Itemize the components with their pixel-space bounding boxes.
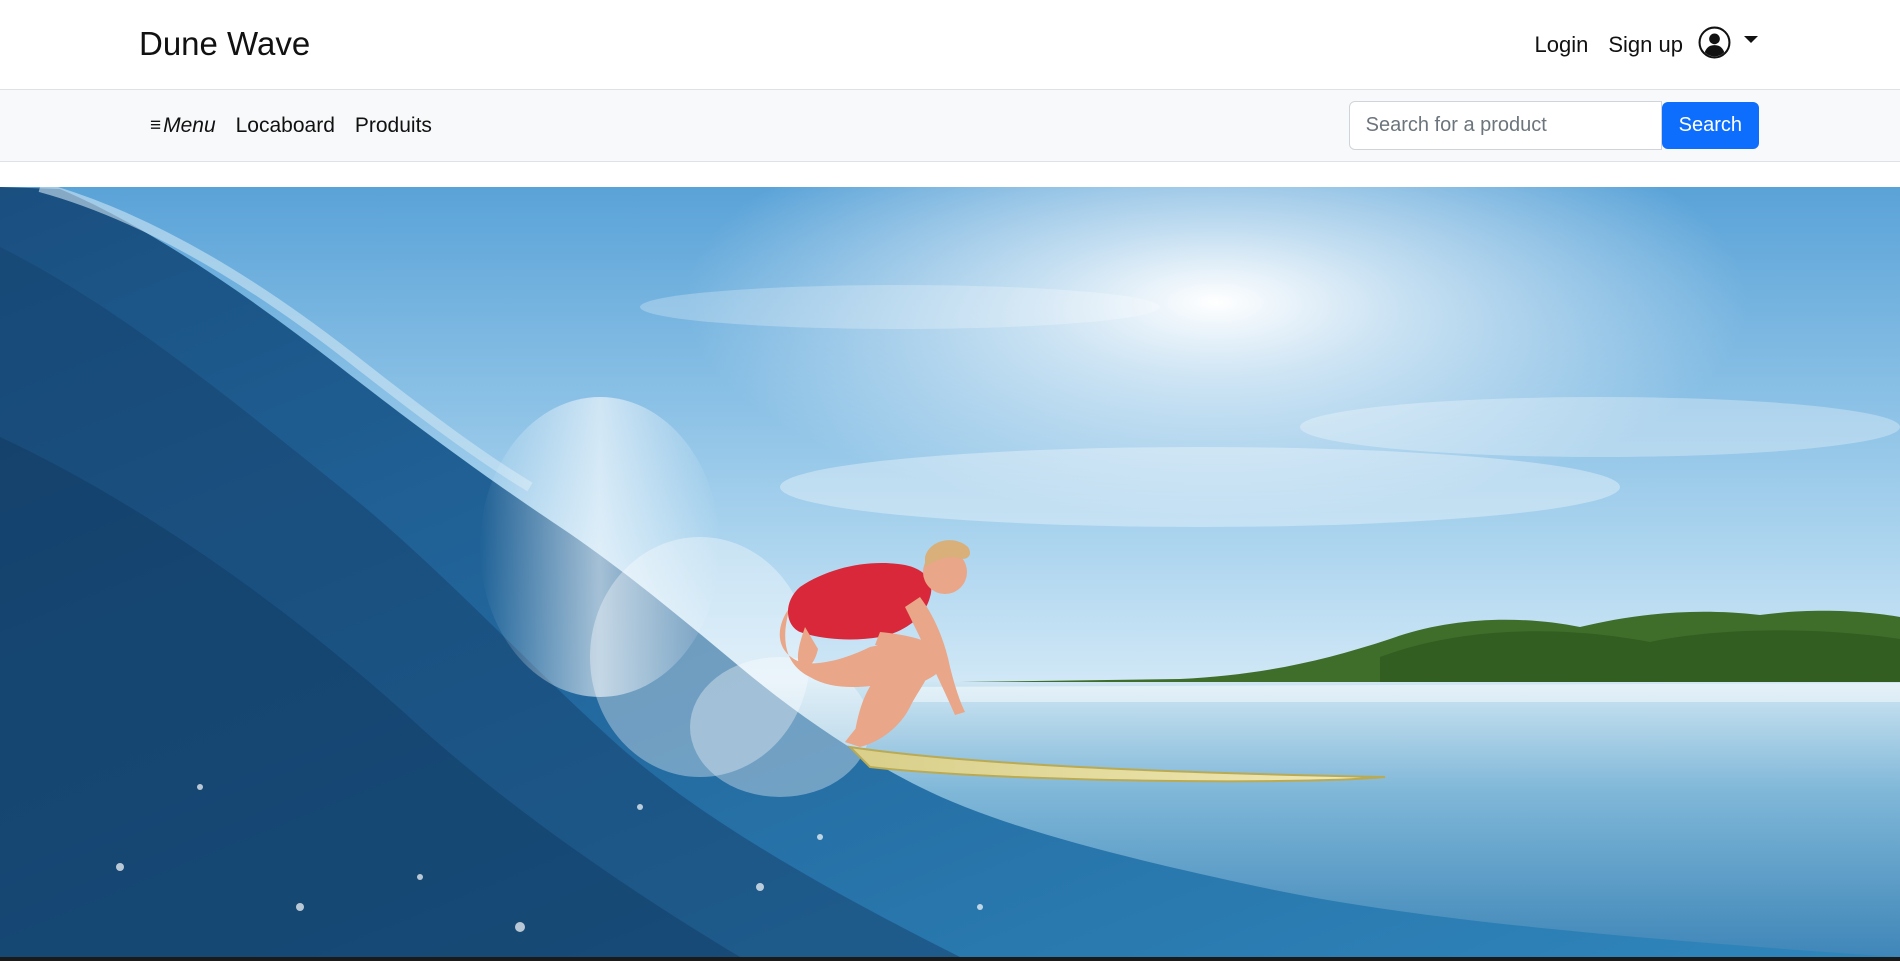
page-bottom-edge xyxy=(0,957,1900,961)
nav-links: ≡ Menu Locaboard Produits xyxy=(150,90,432,162)
hero-surf-image xyxy=(0,187,1900,957)
signup-link[interactable]: Sign up xyxy=(1608,22,1683,68)
menu-label: Menu xyxy=(163,114,216,137)
hero-banner xyxy=(0,187,1900,957)
user-circle-icon xyxy=(1698,26,1731,58)
nav-link-locaboard[interactable]: Locaboard xyxy=(236,114,335,138)
menu-toggle[interactable]: ≡ Menu xyxy=(150,114,216,138)
auth-links: Login Sign up xyxy=(1535,22,1758,68)
hamburger-icon: ≡ xyxy=(150,115,162,136)
search-button[interactable]: Search xyxy=(1661,102,1759,149)
search-form: Search xyxy=(1348,101,1759,150)
nav-link-produits[interactable]: Produits xyxy=(355,114,432,138)
search-input[interactable] xyxy=(1348,101,1662,150)
login-link[interactable]: Login xyxy=(1535,22,1589,68)
user-dropdown-toggle[interactable] xyxy=(1698,22,1758,68)
main-navbar: ≡ Menu Locaboard Produits Search xyxy=(0,90,1900,162)
brand-logo[interactable]: Dune Wave xyxy=(139,24,310,64)
chevron-down-icon xyxy=(1744,35,1758,43)
top-header: Dune Wave Login Sign up xyxy=(0,0,1900,90)
